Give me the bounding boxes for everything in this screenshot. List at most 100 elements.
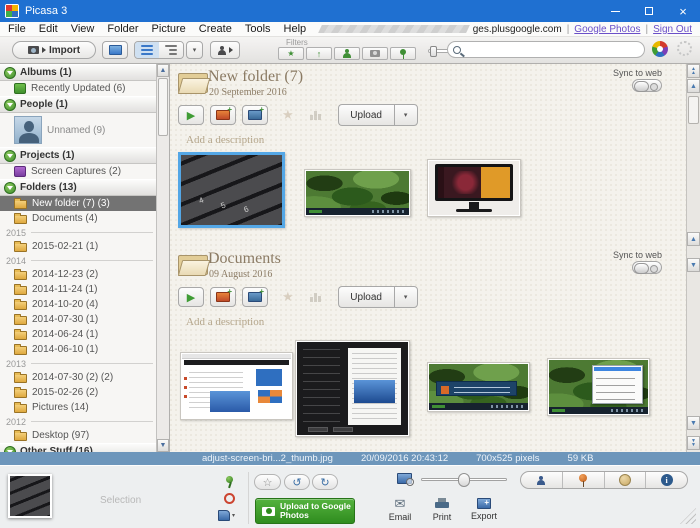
filter-geotag-button[interactable] bbox=[390, 47, 416, 60]
menu-picture[interactable]: Picture bbox=[152, 23, 186, 35]
email-button[interactable]: ✉ Email bbox=[382, 498, 418, 522]
scroll-up-button[interactable]: ▲ bbox=[157, 64, 169, 77]
sidebar-header-other-stuff[interactable]: Other Stuff (16) bbox=[0, 443, 157, 452]
zoom-slider[interactable] bbox=[421, 478, 507, 481]
sidebar-header-projects[interactable]: Projects (1) bbox=[0, 147, 157, 164]
sidebar-item-2014-07-30[interactable]: 2014-07-30 (1) bbox=[0, 312, 157, 327]
sidebar-item-new-folder[interactable]: New folder (7) (3) bbox=[0, 196, 157, 211]
next-section-button[interactable]: ▼ bbox=[687, 258, 700, 272]
zoom-slider-handle[interactable] bbox=[458, 473, 470, 487]
upload-button[interactable]: Upload bbox=[338, 104, 394, 126]
resize-grip[interactable] bbox=[680, 508, 696, 524]
sidebar-item-2015-02-21[interactable]: 2015-02-21 (1) bbox=[0, 239, 157, 254]
collapse-icon[interactable] bbox=[4, 67, 16, 79]
scrollbar-thumb[interactable] bbox=[688, 96, 699, 124]
collapse-icon[interactable] bbox=[4, 150, 16, 162]
menu-create[interactable]: Create bbox=[199, 23, 232, 35]
people-view-button[interactable] bbox=[210, 41, 240, 59]
create-collage-button[interactable] bbox=[210, 287, 236, 307]
sidebar-item-desktop[interactable]: Desktop (97) bbox=[0, 428, 157, 443]
menu-folder[interactable]: Folder bbox=[107, 23, 138, 35]
filter-uploaded-button[interactable]: ↑ bbox=[306, 47, 332, 60]
view-tree-button[interactable] bbox=[159, 42, 183, 58]
create-movie-button[interactable] bbox=[242, 287, 268, 307]
upload-google-photos-button[interactable]: Upload to GooglePhotos bbox=[255, 498, 355, 524]
scroll-down-button[interactable]: ▼ bbox=[687, 416, 700, 430]
places-panel-button[interactable] bbox=[563, 472, 605, 488]
people-panel-button[interactable] bbox=[521, 472, 563, 488]
sidebar-item-screen-captures[interactable]: Screen Captures (2) bbox=[0, 164, 157, 179]
collapse-icon[interactable] bbox=[4, 99, 16, 111]
sidebar-scrollbar[interactable]: ▲ ▼ bbox=[156, 64, 169, 452]
sidebar-header-albums[interactable]: Albums (1) bbox=[0, 64, 157, 81]
google-photos-link[interactable]: Google Photos bbox=[574, 24, 640, 35]
info-panel-button[interactable]: i bbox=[646, 472, 687, 488]
description-field[interactable]: Add a description bbox=[186, 134, 264, 146]
menu-edit[interactable]: Edit bbox=[39, 23, 58, 35]
sidebar-item-pictures[interactable]: Pictures (14) bbox=[0, 400, 157, 415]
collapse-icon[interactable] bbox=[4, 182, 16, 194]
sign-out-link[interactable]: Sign Out bbox=[653, 24, 692, 35]
thumbnail-camo-desktop[interactable] bbox=[304, 169, 411, 217]
main-scrollbar[interactable]: ▲▲ ▲ ▲ ▼ ▼ ▼▼ bbox=[686, 64, 700, 452]
sidebar-header-people[interactable]: People (1) bbox=[0, 96, 157, 113]
sidebar-item-recently-updated[interactable]: Recently Updated (6) bbox=[0, 81, 157, 96]
slider-handle[interactable] bbox=[430, 46, 437, 57]
tags-panel-button[interactable] bbox=[605, 472, 647, 488]
scroll-top-button[interactable]: ▲▲ bbox=[687, 64, 700, 78]
sidebar-item-2014-10-20[interactable]: 2014-10-20 (4) bbox=[0, 297, 157, 312]
sidebar-header-folders[interactable]: Folders (13) bbox=[0, 179, 157, 196]
sidebar-item-2015-02-26[interactable]: 2015-02-26 (2) bbox=[0, 385, 157, 400]
sidebar-item-2014-07-30-2[interactable]: 2014-07-30 (2) (2) bbox=[0, 370, 157, 385]
minimize-button[interactable] bbox=[598, 0, 632, 22]
view-dropdown-button[interactable]: ▾ bbox=[186, 41, 203, 59]
create-collage-button[interactable] bbox=[210, 105, 236, 125]
filter-starred-button[interactable]: ★ bbox=[278, 47, 304, 60]
menu-view[interactable]: View bbox=[71, 23, 95, 35]
close-button[interactable]: × bbox=[666, 0, 700, 22]
rotate-cw-button[interactable]: ↻ bbox=[312, 474, 338, 490]
print-button[interactable]: Print bbox=[424, 498, 460, 522]
hold-selection-button[interactable] bbox=[226, 476, 235, 488]
sidebar-item-documents[interactable]: Documents (4) bbox=[0, 211, 157, 226]
menu-tools[interactable]: Tools bbox=[245, 23, 271, 35]
star-toggle-button[interactable]: ☆ bbox=[254, 474, 281, 490]
scrollbar-thumb[interactable] bbox=[158, 78, 168, 136]
scroll-up-button[interactable]: ▲ bbox=[687, 79, 700, 93]
thumbnail-print-dialog[interactable] bbox=[295, 340, 410, 437]
view-list-button[interactable] bbox=[135, 42, 159, 58]
import-button[interactable]: Import bbox=[12, 41, 96, 59]
sync-to-web-toggle[interactable] bbox=[632, 261, 662, 274]
upload-menu-button[interactable]: ▾ bbox=[394, 286, 418, 308]
thumbnail-camo-context-menu[interactable] bbox=[547, 358, 650, 416]
sidebar-item-2014-06-10[interactable]: 2014-06-10 (1) bbox=[0, 342, 157, 357]
menu-help[interactable]: Help bbox=[284, 23, 307, 35]
section-title[interactable]: Documents bbox=[208, 250, 281, 268]
play-slideshow-button[interactable]: ▶ bbox=[178, 287, 204, 307]
rotate-ccw-button[interactable]: ↺ bbox=[284, 474, 310, 490]
thumbnail-camo-notification[interactable] bbox=[427, 362, 530, 412]
upload-button[interactable]: Upload bbox=[338, 286, 394, 308]
thumbnail-monitor-photo[interactable] bbox=[427, 159, 521, 217]
add-photos-button[interactable] bbox=[102, 41, 128, 59]
description-field[interactable]: Add a description bbox=[186, 316, 264, 328]
sidebar-item-unnamed[interactable]: Unnamed (9) bbox=[0, 113, 157, 147]
upload-menu-button[interactable]: ▾ bbox=[394, 104, 418, 126]
thumbnail-keyboard-photo[interactable]: 4 5 6 bbox=[178, 152, 285, 228]
sidebar-item-2014-12-23[interactable]: 2014-12-23 (2) bbox=[0, 267, 157, 282]
sidebar-item-2014-11-24[interactable]: 2014-11-24 (1) bbox=[0, 282, 157, 297]
selected-thumbnail[interactable] bbox=[8, 474, 52, 518]
sidebar-item-2014-06-24[interactable]: 2014-06-24 (1) bbox=[0, 327, 157, 342]
filter-movies-button[interactable] bbox=[362, 47, 388, 60]
sync-to-web-toggle[interactable] bbox=[632, 79, 662, 92]
thumbnail-browser-screenshot[interactable] bbox=[180, 352, 293, 420]
play-slideshow-button[interactable]: ▶ bbox=[178, 105, 204, 125]
scroll-bottom-button[interactable]: ▼▼ bbox=[687, 436, 700, 450]
filter-faces-button[interactable] bbox=[334, 47, 360, 60]
section-title[interactable]: New folder (7) bbox=[208, 68, 303, 86]
maximize-button[interactable] bbox=[632, 0, 666, 22]
scroll-down-button[interactable]: ▼ bbox=[157, 439, 169, 452]
prev-section-button[interactable]: ▲ bbox=[687, 232, 700, 246]
menu-file[interactable]: File bbox=[8, 23, 26, 35]
create-movie-button[interactable] bbox=[242, 105, 268, 125]
